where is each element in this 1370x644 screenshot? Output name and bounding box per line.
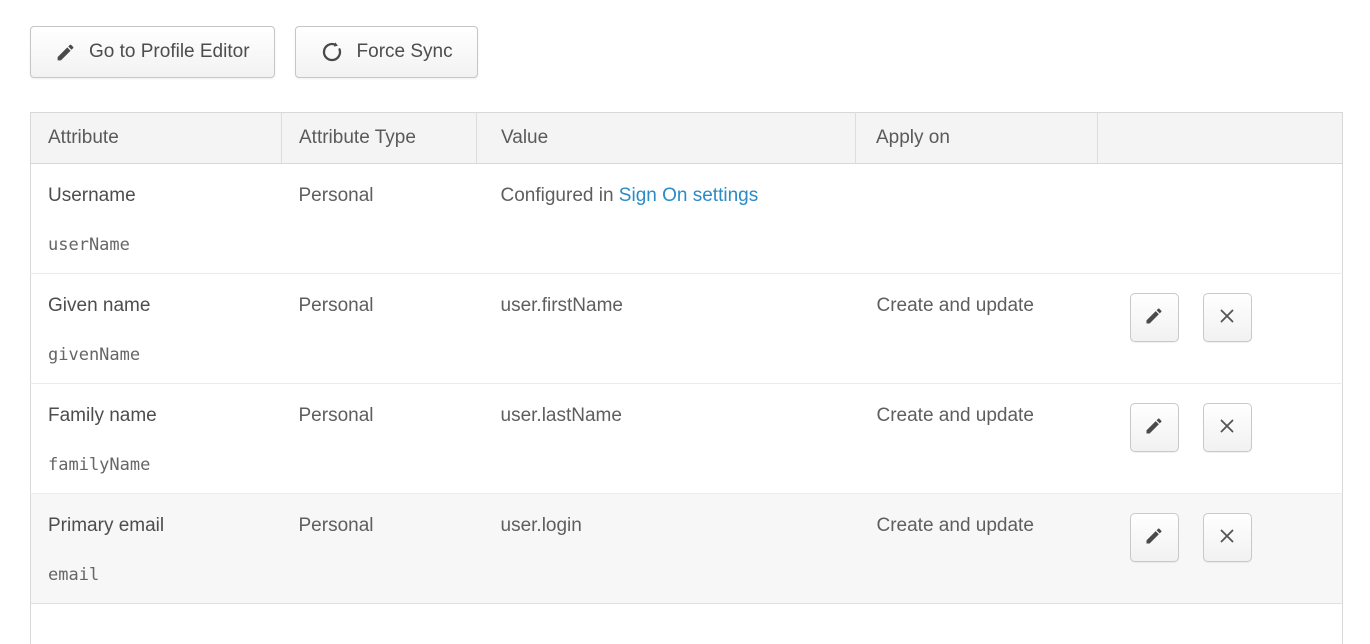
attribute-cell: Given name givenName <box>31 274 282 384</box>
table-body: UsernameuserNamePersonalConfigured in Si… <box>31 164 1343 644</box>
actions-cell <box>1098 494 1343 604</box>
table-row: UsernameuserNamePersonalConfigured in Si… <box>31 164 1343 274</box>
attribute-variable-name: givenName <box>48 345 282 365</box>
attribute-label: Given name <box>48 295 282 317</box>
value-cell: user.firstName <box>477 274 856 384</box>
x-icon <box>1216 525 1238 550</box>
apply-on-cell: Create and update <box>856 494 1098 604</box>
table-row: Given name givenNamePersonal user.firstNam… <box>31 274 1343 384</box>
attribute-label: Primary email <box>48 515 282 537</box>
partial-row-cell <box>31 604 1343 644</box>
column-header-value: Value <box>477 113 856 164</box>
delete-attribute-button[interactable] <box>1203 293 1252 342</box>
pencil-icon <box>1144 416 1164 439</box>
force-sync-label: Force Sync <box>357 41 453 63</box>
actions-cell <box>1098 164 1343 274</box>
value-text: user.login <box>501 515 582 536</box>
x-icon <box>1216 415 1238 440</box>
table-row: Family name familyNamePersonal user.lastNa… <box>31 384 1343 494</box>
attribute-variable-name: userName <box>48 235 282 255</box>
attribute-cell: Username userName <box>31 164 282 274</box>
attribute-cell: Family name familyName <box>31 384 282 494</box>
value-text: user.firstName <box>501 295 623 316</box>
value-text: user.lastName <box>501 405 622 426</box>
value-cell: Configured in Sign On settings <box>477 164 856 274</box>
table-row: Primary email emailPersonal user.login Crea… <box>31 494 1343 604</box>
refresh-icon <box>320 40 344 64</box>
attribute-type-cell: Personal <box>282 494 477 604</box>
attribute-type-cell: Personal <box>282 164 477 274</box>
edit-attribute-button[interactable] <box>1130 513 1179 562</box>
apply-on-cell: Create and update <box>856 384 1098 494</box>
attribute-label: Username <box>48 185 282 207</box>
table-header-row: Attribute Attribute Type Value Apply on <box>31 113 1343 164</box>
actions-cell <box>1098 274 1343 384</box>
x-icon <box>1216 305 1238 330</box>
attribute-cell: Primary email email <box>31 494 282 604</box>
delete-attribute-button[interactable] <box>1203 513 1252 562</box>
pencil-icon <box>1144 526 1164 549</box>
apply-on-cell: Create and update <box>856 274 1098 384</box>
attribute-variable-name: email <box>48 565 282 585</box>
attribute-type-cell: Personal <box>282 274 477 384</box>
column-header-actions <box>1098 113 1343 164</box>
value-cell: user.lastName <box>477 384 856 494</box>
edit-attribute-button[interactable] <box>1130 293 1179 342</box>
value-text: Configured in <box>501 185 619 206</box>
pencil-icon <box>1144 306 1164 329</box>
column-header-attribute: Attribute <box>31 113 282 164</box>
column-header-apply-on: Apply on <box>856 113 1098 164</box>
attribute-type-cell: Personal <box>282 384 477 494</box>
actions-cell <box>1098 384 1343 494</box>
apply-on-cell <box>856 164 1098 274</box>
go-to-profile-editor-label: Go to Profile Editor <box>89 41 250 63</box>
sign-on-settings-link[interactable]: Sign On settings <box>619 185 758 206</box>
attribute-label: Family name <box>48 405 282 427</box>
go-to-profile-editor-button[interactable]: Go to Profile Editor <box>30 26 275 78</box>
edit-attribute-button[interactable] <box>1130 403 1179 452</box>
attribute-mapping-table: Attribute Attribute Type Value Apply on … <box>30 112 1343 644</box>
row-actions <box>1130 513 1343 562</box>
attribute-mapping-table-wrap: Attribute Attribute Type Value Apply on … <box>30 112 1343 644</box>
attribute-variable-name: familyName <box>48 455 282 475</box>
row-actions <box>1130 403 1343 452</box>
attribute-mappings-page: Go to Profile Editor Force Sync <box>0 0 1370 644</box>
row-actions <box>1130 293 1343 342</box>
force-sync-button[interactable]: Force Sync <box>295 26 478 78</box>
table-row-partial <box>31 604 1343 644</box>
pencil-icon <box>55 42 76 63</box>
toolbar: Go to Profile Editor Force Sync <box>30 26 478 78</box>
value-cell: user.login <box>477 494 856 604</box>
column-header-attribute-type: Attribute Type <box>282 113 477 164</box>
delete-attribute-button[interactable] <box>1203 403 1252 452</box>
